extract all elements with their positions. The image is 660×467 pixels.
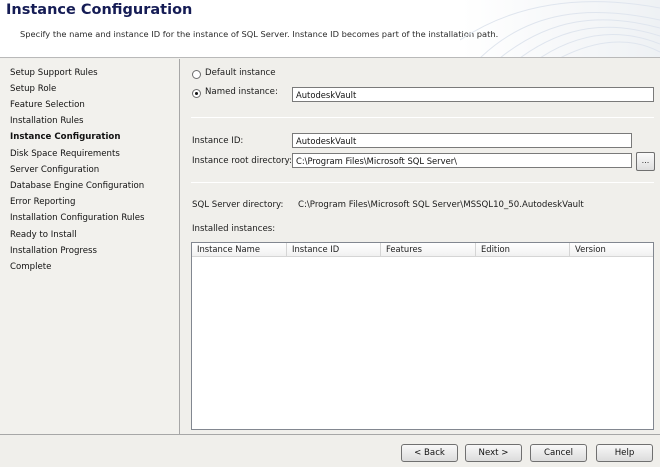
named-instance-label[interactable]: Named instance: bbox=[205, 87, 278, 97]
instance-id-input[interactable]: AutodeskVault bbox=[292, 133, 632, 148]
nav-item-complete[interactable]: Complete bbox=[10, 262, 51, 272]
browse-button[interactable]: ... bbox=[636, 152, 655, 171]
footer-bar: < Back Next > Cancel Help bbox=[0, 434, 660, 467]
instance-root-directory-input[interactable]: C:\Program Files\Microsoft SQL Server\ bbox=[292, 153, 632, 168]
column-header-instance-id[interactable]: Instance ID bbox=[287, 243, 381, 257]
named-instance-input[interactable]: AutodeskVault bbox=[292, 87, 654, 102]
instance-root-directory-label: Instance root directory: bbox=[192, 156, 292, 166]
column-header-instance-name[interactable]: Instance Name bbox=[192, 243, 287, 257]
nav-item-database-engine-configuration[interactable]: Database Engine Configuration bbox=[10, 181, 144, 191]
nav-item-installation-progress[interactable]: Installation Progress bbox=[10, 246, 97, 256]
nav-item-disk-space-requirements[interactable]: Disk Space Requirements bbox=[10, 149, 120, 159]
separator bbox=[191, 117, 654, 118]
instance-id-label: Instance ID: bbox=[192, 136, 244, 146]
named-instance-radio[interactable] bbox=[192, 89, 201, 98]
nav-item-instance-configuration[interactable]: Instance Configuration bbox=[10, 132, 120, 142]
main-panel: Default instance Named instance: Autodes… bbox=[181, 59, 660, 434]
page-title: Instance Configuration bbox=[6, 2, 193, 18]
installed-instances-label: Installed instances: bbox=[192, 224, 276, 234]
next-button[interactable]: Next > bbox=[465, 444, 522, 462]
nav-item-error-reporting[interactable]: Error Reporting bbox=[10, 197, 75, 207]
nav-item-ready-to-install[interactable]: Ready to Install bbox=[10, 230, 77, 240]
header-decoration bbox=[460, 1, 660, 57]
separator bbox=[191, 182, 654, 183]
default-instance-radio[interactable] bbox=[192, 70, 201, 79]
steps-sidebar: Setup Support Rules Setup Role Feature S… bbox=[0, 59, 180, 434]
nav-item-server-configuration[interactable]: Server Configuration bbox=[10, 165, 99, 175]
sql-server-directory-value: C:\Program Files\Microsoft SQL Server\MS… bbox=[298, 200, 584, 210]
sql-server-directory-label: SQL Server directory: bbox=[192, 200, 284, 210]
nav-item-setup-role[interactable]: Setup Role bbox=[10, 84, 56, 94]
header-banner: Instance Configuration Specify the name … bbox=[0, 0, 660, 58]
nav-item-feature-selection[interactable]: Feature Selection bbox=[10, 100, 85, 110]
column-header-features[interactable]: Features bbox=[381, 243, 476, 257]
cancel-button[interactable]: Cancel bbox=[530, 444, 587, 462]
help-button[interactable]: Help bbox=[596, 444, 653, 462]
default-instance-label[interactable]: Default instance bbox=[205, 68, 276, 78]
page-subtitle: Specify the name and instance ID for the… bbox=[20, 29, 499, 39]
table-header: Instance Name Instance ID Features Editi… bbox=[192, 243, 653, 257]
column-header-edition[interactable]: Edition bbox=[476, 243, 570, 257]
nav-item-installation-configuration-rules[interactable]: Installation Configuration Rules bbox=[10, 213, 145, 223]
back-button[interactable]: < Back bbox=[401, 444, 458, 462]
installed-instances-table[interactable]: Instance Name Instance ID Features Editi… bbox=[191, 242, 654, 430]
column-header-version[interactable]: Version bbox=[570, 243, 653, 257]
nav-item-installation-rules[interactable]: Installation Rules bbox=[10, 116, 84, 126]
nav-item-setup-support-rules[interactable]: Setup Support Rules bbox=[10, 68, 98, 78]
